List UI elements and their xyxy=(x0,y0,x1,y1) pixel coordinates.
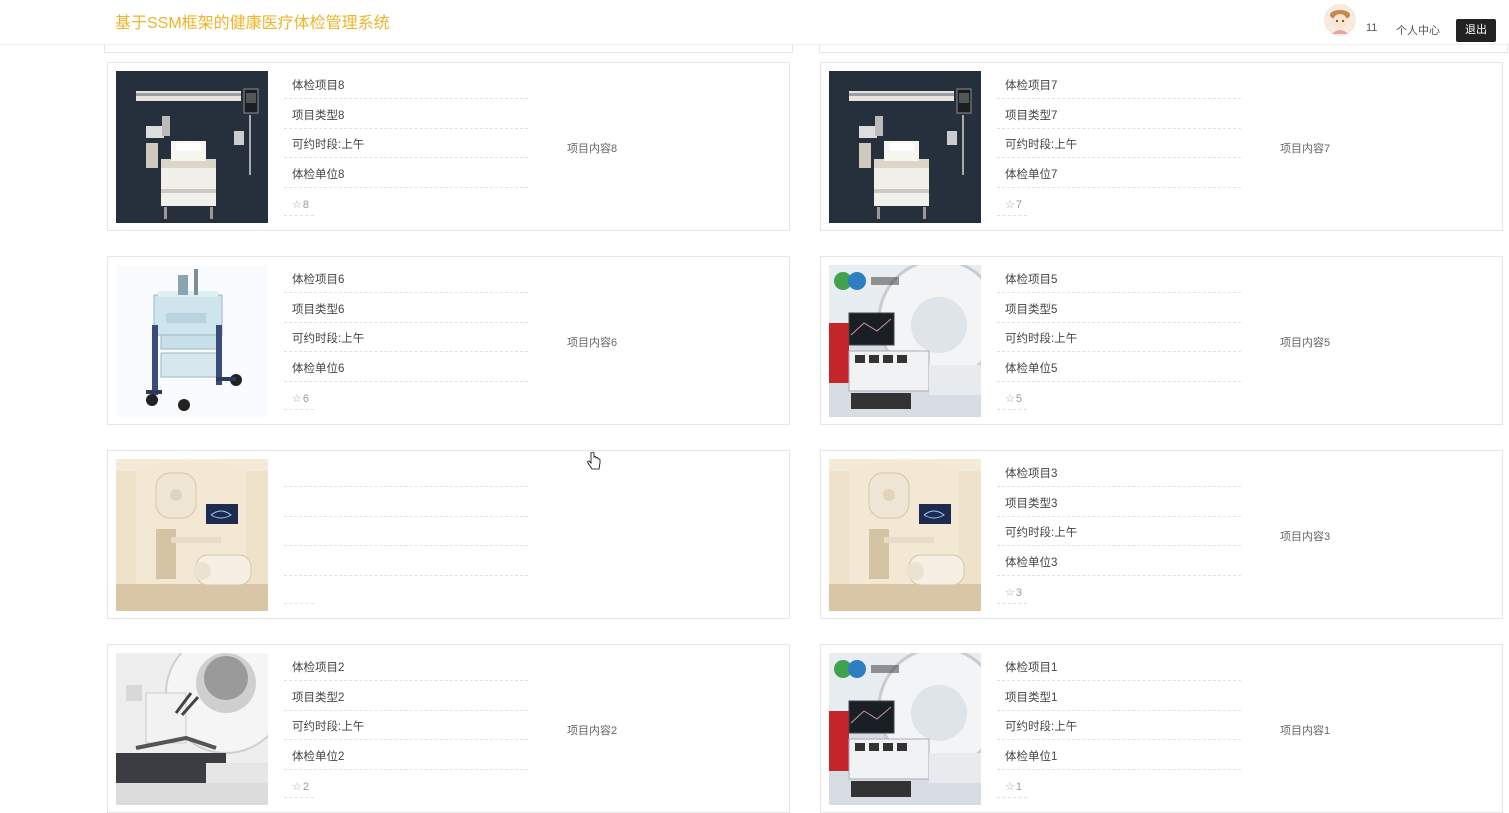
logout-button[interactable]: 退出 xyxy=(1456,19,1496,42)
exam-item-card[interactable] xyxy=(107,450,790,619)
exam-item-card[interactable]: 体检项目1 项目类型1 可约时段:上午 体检单位1 ☆1 项目内容1 xyxy=(820,644,1503,813)
exam-item-type: 项目类型1 xyxy=(997,685,1241,711)
exam-item-card[interactable]: 体检项目2 项目类型2 可约时段:上午 体检单位2 ☆2 项目内容2 xyxy=(107,644,790,813)
exam-item-content: 项目内容8 xyxy=(567,143,618,155)
favorite-count[interactable]: ☆2 xyxy=(284,776,314,798)
site-title[interactable]: 基于SSM框架的健康医疗体检管理系统 xyxy=(115,9,390,33)
exam-item-slot: 可约时段:上午 xyxy=(997,132,1241,158)
exam-item-card[interactable]: 体检项目3 项目类型3 可约时段:上午 体检单位3 ☆3 项目内容3 xyxy=(820,450,1503,619)
hand-cursor-icon xyxy=(587,452,601,470)
exam-item-image[interactable] xyxy=(116,71,268,223)
exam-item-unit: 体检单位5 xyxy=(997,356,1241,382)
exam-item-unit: 体检单位8 xyxy=(284,162,528,188)
favorite-count-value: 1 xyxy=(1015,781,1022,793)
favorite-count-value: 8 xyxy=(302,199,309,211)
exam-item-content: 项目内容2 xyxy=(567,725,618,737)
exam-item-content: 项目内容7 xyxy=(1280,143,1331,155)
exam-item-type: 项目类型3 xyxy=(997,491,1241,517)
favorite-count[interactable]: ☆3 xyxy=(997,582,1027,604)
exam-item-card[interactable]: 体检项目8 项目类型8 可约时段:上午 体检单位8 ☆8 项目内容8 xyxy=(107,62,790,231)
exam-item-unit: 体检单位7 xyxy=(997,162,1241,188)
exam-item-name xyxy=(284,461,528,487)
user-avatar[interactable] xyxy=(1324,4,1356,36)
star-icon: ☆ xyxy=(292,199,302,211)
favorite-count-value: 2 xyxy=(302,781,309,793)
profile-link[interactable]: 个人中心 xyxy=(1396,22,1440,38)
exam-item-slot: 可约时段:上午 xyxy=(284,326,528,352)
star-icon: ☆ xyxy=(292,781,302,793)
exam-item-unit: 体检单位2 xyxy=(284,744,528,770)
exam-item-type: 项目类型8 xyxy=(284,103,528,129)
star-icon: ☆ xyxy=(1005,393,1015,405)
favorite-count-value: 7 xyxy=(1015,199,1022,211)
exam-item-image[interactable] xyxy=(829,265,981,417)
exam-item-content: 项目内容1 xyxy=(1280,725,1331,737)
exam-item-content: 项目内容3 xyxy=(1280,531,1331,543)
star-icon: ☆ xyxy=(1005,199,1015,211)
favorite-count[interactable]: ☆7 xyxy=(997,194,1027,216)
exam-item-unit: 体检单位1 xyxy=(997,744,1241,770)
exam-item-unit: 体检单位3 xyxy=(997,550,1241,576)
favorite-count[interactable]: ☆5 xyxy=(997,388,1027,410)
exam-item-name: 体检项目6 xyxy=(284,267,528,293)
exam-item-type: 项目类型2 xyxy=(284,685,528,711)
favorite-count-value: 6 xyxy=(302,393,309,405)
exam-item-unit: 体检单位6 xyxy=(284,356,528,382)
exam-item-unit xyxy=(284,550,528,576)
exam-item-image[interactable] xyxy=(116,653,268,805)
exam-item-type: 项目类型6 xyxy=(284,297,528,323)
exam-item-image[interactable] xyxy=(829,459,981,611)
favorite-count-value: 5 xyxy=(1015,393,1022,405)
exam-item-slot: 可约时段:上午 xyxy=(284,714,528,740)
exam-item-slot xyxy=(284,520,528,546)
exam-item-name: 体检项目7 xyxy=(997,73,1241,99)
exam-item-type xyxy=(284,491,528,517)
star-icon: ☆ xyxy=(1005,587,1015,599)
username-label: 11 xyxy=(1366,22,1378,34)
exam-item-content: 项目内容6 xyxy=(567,337,618,349)
exam-item-content: 项目内容5 xyxy=(1280,337,1331,349)
exam-item-image[interactable] xyxy=(116,459,268,611)
exam-item-type: 项目类型5 xyxy=(997,297,1241,323)
exam-item-type: 项目类型7 xyxy=(997,103,1241,129)
exam-item-name: 体检项目8 xyxy=(284,73,528,99)
exam-item-slot: 可约时段:上午 xyxy=(284,132,528,158)
exam-item-name: 体检项目5 xyxy=(997,267,1241,293)
top-header: 基于SSM框架的健康医疗体检管理系统 11 个人中心 退出 xyxy=(0,0,1509,45)
favorite-count-value: 3 xyxy=(1015,587,1022,599)
exam-item-card[interactable]: 体检项目7 项目类型7 可约时段:上午 体检单位7 ☆7 项目内容7 xyxy=(820,62,1503,231)
favorite-count[interactable]: ☆1 xyxy=(997,776,1027,798)
exam-item-image[interactable] xyxy=(116,265,268,417)
exam-item-slot: 可约时段:上午 xyxy=(997,714,1241,740)
exam-item-name: 体检项目1 xyxy=(997,655,1241,681)
star-icon: ☆ xyxy=(1005,781,1015,793)
favorite-count[interactable]: ☆6 xyxy=(284,388,314,410)
favorite-count[interactable]: ☆8 xyxy=(284,194,314,216)
exam-item-slot: 可约时段:上午 xyxy=(997,520,1241,546)
exam-item-name: 体检项目3 xyxy=(997,461,1241,487)
favorite-count[interactable] xyxy=(284,582,314,604)
exam-item-card[interactable]: 体检项目6 项目类型6 可约时段:上午 体检单位6 ☆6 项目内容6 xyxy=(107,256,790,425)
exam-item-image[interactable] xyxy=(829,653,981,805)
exam-item-image[interactable] xyxy=(829,71,981,223)
exam-item-card[interactable]: 体检项目5 项目类型5 可约时段:上午 体检单位5 ☆5 项目内容5 xyxy=(820,256,1503,425)
exam-item-slot: 可约时段:上午 xyxy=(997,326,1241,352)
exam-item-name: 体检项目2 xyxy=(284,655,528,681)
star-icon: ☆ xyxy=(292,393,302,405)
